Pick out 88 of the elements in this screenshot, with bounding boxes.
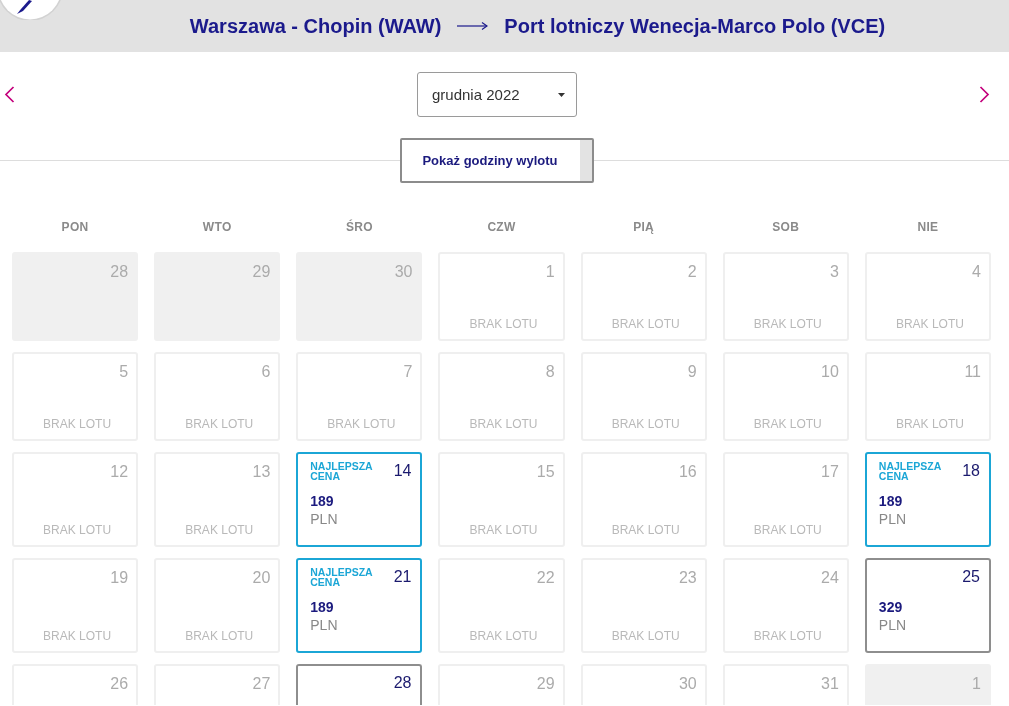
- day-number: 10: [821, 362, 839, 382]
- day-number: 6: [261, 362, 271, 382]
- no-flight-label: BRAK LOTU: [611, 522, 680, 538]
- day-number: 7: [403, 362, 413, 382]
- day-number: 14: [393, 461, 412, 481]
- caret-icon: [558, 92, 565, 97]
- day-number: 26: [110, 674, 129, 694]
- no-flight-label: BRAK LOTU: [43, 416, 112, 432]
- weekday-label: PON: [61, 219, 89, 235]
- no-flight-label: BRAK LOTU: [185, 522, 254, 538]
- no-flight-label: BRAK LOTU: [753, 316, 822, 332]
- day-cell[interactable]: 28: [296, 664, 423, 705]
- weekday-label: PIĄ: [633, 219, 655, 235]
- day-number: 23: [678, 568, 697, 588]
- day-number: 13: [252, 462, 271, 482]
- logo-icon[interactable]: [0, 0, 62, 20]
- weekday-label: ŚRO: [345, 219, 373, 235]
- no-flight-label: BRAK LOTU: [753, 416, 822, 432]
- weekday-label: SOB: [772, 219, 800, 235]
- no-flight-label: BRAK LOTU: [469, 316, 538, 332]
- price-amount: 329: [878, 599, 903, 616]
- price-amount: 189: [878, 493, 903, 510]
- weekday-label: NIE: [917, 219, 939, 235]
- day-number: 8: [545, 362, 555, 382]
- no-flight-label: BRAK LOTU: [43, 628, 112, 644]
- day-cell[interactable]: NAJLEPSZA CENA 21 189 PLN: [296, 558, 423, 653]
- day-number: 22: [536, 568, 555, 588]
- day-number: 15: [536, 462, 555, 482]
- day-number: 16: [678, 462, 697, 482]
- currency-label: PLN: [310, 510, 338, 528]
- day-number: 28: [393, 673, 412, 693]
- day-number: 19: [110, 568, 129, 588]
- best-price-label: NAJLEPSZA CENA: [878, 461, 942, 481]
- day-number: 29: [536, 674, 555, 694]
- no-flight-label: BRAK LOTU: [753, 522, 822, 538]
- day-number: 17: [821, 462, 839, 482]
- chevron-right-icon[interactable]: [979, 86, 990, 103]
- currency-label: PLN: [878, 510, 907, 528]
- day-number: 5: [119, 362, 129, 382]
- no-flight-label: BRAK LOTU: [895, 316, 964, 332]
- no-flight-label: BRAK LOTU: [611, 416, 680, 432]
- currency-label: PLN: [310, 616, 338, 634]
- day-number: 3: [829, 262, 839, 282]
- day-cell[interactable]: 25 329 PLN: [864, 558, 991, 653]
- day-number: 2: [687, 262, 697, 282]
- day-number: 30: [678, 674, 697, 694]
- chevron-left-icon[interactable]: [4, 86, 15, 103]
- no-flight-label: BRAK LOTU: [327, 416, 396, 432]
- day-number: 28: [110, 262, 129, 282]
- route-origin: Warszawa - Chopin (WAW): [189, 14, 442, 38]
- day-number: 29: [252, 262, 271, 282]
- day-number: 11: [964, 362, 981, 382]
- no-flight-label: BRAK LOTU: [185, 628, 254, 644]
- no-flight-label: BRAK LOTU: [469, 628, 538, 644]
- day-number: 27: [252, 674, 271, 694]
- day-number: 20: [252, 568, 271, 588]
- day-number: 1: [972, 674, 981, 694]
- weekday-label: CZW: [487, 219, 516, 235]
- no-flight-label: BRAK LOTU: [611, 628, 680, 644]
- currency-label: PLN: [878, 616, 907, 634]
- day-number: 4: [972, 262, 981, 282]
- arrow-right-icon: [457, 21, 489, 31]
- best-price-label: NAJLEPSZA CENA: [310, 567, 374, 587]
- day-number: 1: [545, 262, 555, 282]
- day-number: 30: [394, 262, 413, 282]
- no-flight-label: BRAK LOTU: [469, 522, 538, 538]
- day-number: 18: [962, 461, 980, 481]
- day-cell[interactable]: NAJLEPSZA CENA 18 189 PLN: [864, 452, 991, 547]
- no-flight-label: BRAK LOTU: [753, 628, 822, 644]
- no-flight-label: BRAK LOTU: [895, 416, 964, 432]
- best-price-label: NAJLEPSZA CENA: [310, 461, 374, 481]
- weekday-label: WTO: [202, 219, 232, 235]
- day-number: 24: [821, 568, 839, 588]
- no-flight-label: BRAK LOTU: [43, 522, 112, 538]
- route-destination: Port lotniczy Wenecja-Marco Polo (VCE): [504, 14, 886, 38]
- price-amount: 189: [310, 599, 334, 616]
- day-number: 25: [962, 567, 980, 587]
- month-select[interactable]: grudnia 2022: [417, 72, 577, 117]
- no-flight-label: BRAK LOTU: [469, 416, 538, 432]
- day-cell[interactable]: NAJLEPSZA CENA 14 189 PLN: [296, 452, 423, 547]
- day-number: 21: [393, 567, 412, 587]
- price-amount: 189: [310, 493, 334, 510]
- no-flight-label: BRAK LOTU: [185, 416, 254, 432]
- show-departure-times-button[interactable]: Pokaż godziny wylotu: [400, 138, 594, 183]
- day-number: 31: [821, 674, 839, 694]
- day-number: 12: [110, 462, 129, 482]
- no-flight-label: BRAK LOTU: [611, 316, 680, 332]
- day-number: 9: [687, 362, 697, 382]
